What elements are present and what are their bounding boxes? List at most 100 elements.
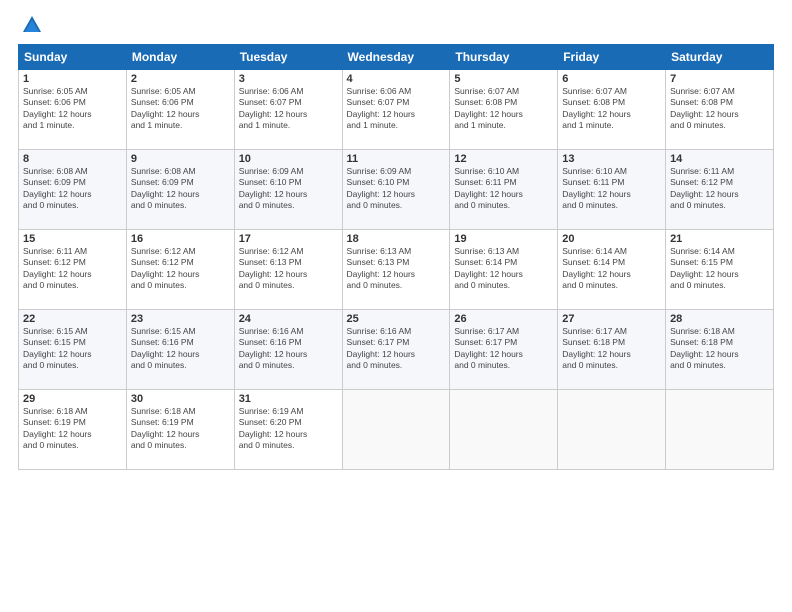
cell-info: Sunrise: 6:10 AM Sunset: 6:11 PM Dayligh… [562,166,661,212]
week-row-0: 1Sunrise: 6:05 AM Sunset: 6:06 PM Daylig… [19,70,774,150]
calendar-cell: 21Sunrise: 6:14 AM Sunset: 6:15 PM Dayli… [666,230,774,310]
calendar-cell: 30Sunrise: 6:18 AM Sunset: 6:19 PM Dayli… [126,390,234,470]
calendar-cell: 9Sunrise: 6:08 AM Sunset: 6:09 PM Daylig… [126,150,234,230]
calendar-cell: 23Sunrise: 6:15 AM Sunset: 6:16 PM Dayli… [126,310,234,390]
cell-info: Sunrise: 6:14 AM Sunset: 6:14 PM Dayligh… [562,246,661,292]
day-number: 9 [131,153,230,165]
calendar-cell: 31Sunrise: 6:19 AM Sunset: 6:20 PM Dayli… [234,390,342,470]
calendar-cell [342,390,450,470]
day-number: 1 [23,73,122,85]
header-saturday: Saturday [666,45,774,70]
calendar-cell: 14Sunrise: 6:11 AM Sunset: 6:12 PM Dayli… [666,150,774,230]
day-number: 25 [347,313,446,325]
week-row-2: 15Sunrise: 6:11 AM Sunset: 6:12 PM Dayli… [19,230,774,310]
week-row-4: 29Sunrise: 6:18 AM Sunset: 6:19 PM Dayli… [19,390,774,470]
day-number: 11 [347,153,446,165]
header-tuesday: Tuesday [234,45,342,70]
day-number: 12 [454,153,553,165]
cell-info: Sunrise: 6:15 AM Sunset: 6:15 PM Dayligh… [23,326,122,372]
cell-info: Sunrise: 6:15 AM Sunset: 6:16 PM Dayligh… [131,326,230,372]
calendar-cell: 7Sunrise: 6:07 AM Sunset: 6:08 PM Daylig… [666,70,774,150]
day-number: 2 [131,73,230,85]
calendar-cell: 16Sunrise: 6:12 AM Sunset: 6:12 PM Dayli… [126,230,234,310]
calendar-cell: 11Sunrise: 6:09 AM Sunset: 6:10 PM Dayli… [342,150,450,230]
calendar-cell: 22Sunrise: 6:15 AM Sunset: 6:15 PM Dayli… [19,310,127,390]
cell-info: Sunrise: 6:18 AM Sunset: 6:19 PM Dayligh… [131,406,230,452]
header-sunday: Sunday [19,45,127,70]
cell-info: Sunrise: 6:16 AM Sunset: 6:16 PM Dayligh… [239,326,338,372]
day-number: 21 [670,233,769,245]
cell-info: Sunrise: 6:18 AM Sunset: 6:18 PM Dayligh… [670,326,769,372]
calendar-cell: 13Sunrise: 6:10 AM Sunset: 6:11 PM Dayli… [558,150,666,230]
cell-info: Sunrise: 6:10 AM Sunset: 6:11 PM Dayligh… [454,166,553,212]
logo [18,18,43,36]
day-number: 30 [131,393,230,405]
calendar-header-row: SundayMondayTuesdayWednesdayThursdayFrid… [19,45,774,70]
cell-info: Sunrise: 6:06 AM Sunset: 6:07 PM Dayligh… [347,86,446,132]
day-number: 20 [562,233,661,245]
cell-info: Sunrise: 6:14 AM Sunset: 6:15 PM Dayligh… [670,246,769,292]
calendar-cell: 26Sunrise: 6:17 AM Sunset: 6:17 PM Dayli… [450,310,558,390]
cell-info: Sunrise: 6:13 AM Sunset: 6:14 PM Dayligh… [454,246,553,292]
day-number: 16 [131,233,230,245]
calendar-cell: 28Sunrise: 6:18 AM Sunset: 6:18 PM Dayli… [666,310,774,390]
day-number: 26 [454,313,553,325]
calendar-cell [558,390,666,470]
day-number: 3 [239,73,338,85]
calendar-cell: 19Sunrise: 6:13 AM Sunset: 6:14 PM Dayli… [450,230,558,310]
cell-info: Sunrise: 6:07 AM Sunset: 6:08 PM Dayligh… [562,86,661,132]
day-number: 27 [562,313,661,325]
day-number: 8 [23,153,122,165]
calendar-cell: 18Sunrise: 6:13 AM Sunset: 6:13 PM Dayli… [342,230,450,310]
day-number: 24 [239,313,338,325]
header-monday: Monday [126,45,234,70]
day-number: 22 [23,313,122,325]
cell-info: Sunrise: 6:07 AM Sunset: 6:08 PM Dayligh… [454,86,553,132]
calendar-cell: 1Sunrise: 6:05 AM Sunset: 6:06 PM Daylig… [19,70,127,150]
week-row-1: 8Sunrise: 6:08 AM Sunset: 6:09 PM Daylig… [19,150,774,230]
day-number: 7 [670,73,769,85]
day-number: 29 [23,393,122,405]
day-number: 18 [347,233,446,245]
cell-info: Sunrise: 6:12 AM Sunset: 6:13 PM Dayligh… [239,246,338,292]
calendar-cell: 2Sunrise: 6:05 AM Sunset: 6:06 PM Daylig… [126,70,234,150]
cell-info: Sunrise: 6:17 AM Sunset: 6:18 PM Dayligh… [562,326,661,372]
cell-info: Sunrise: 6:11 AM Sunset: 6:12 PM Dayligh… [670,166,769,212]
day-number: 28 [670,313,769,325]
day-number: 23 [131,313,230,325]
calendar-cell: 27Sunrise: 6:17 AM Sunset: 6:18 PM Dayli… [558,310,666,390]
day-number: 31 [239,393,338,405]
cell-info: Sunrise: 6:11 AM Sunset: 6:12 PM Dayligh… [23,246,122,292]
cell-info: Sunrise: 6:12 AM Sunset: 6:12 PM Dayligh… [131,246,230,292]
cell-info: Sunrise: 6:05 AM Sunset: 6:06 PM Dayligh… [131,86,230,132]
day-number: 6 [562,73,661,85]
cell-info: Sunrise: 6:09 AM Sunset: 6:10 PM Dayligh… [239,166,338,212]
logo-icon [21,14,43,36]
day-number: 17 [239,233,338,245]
day-number: 14 [670,153,769,165]
calendar-cell: 15Sunrise: 6:11 AM Sunset: 6:12 PM Dayli… [19,230,127,310]
calendar-cell [450,390,558,470]
header-thursday: Thursday [450,45,558,70]
day-number: 10 [239,153,338,165]
calendar-cell: 5Sunrise: 6:07 AM Sunset: 6:08 PM Daylig… [450,70,558,150]
cell-info: Sunrise: 6:16 AM Sunset: 6:17 PM Dayligh… [347,326,446,372]
cell-info: Sunrise: 6:17 AM Sunset: 6:17 PM Dayligh… [454,326,553,372]
cell-info: Sunrise: 6:07 AM Sunset: 6:08 PM Dayligh… [670,86,769,132]
day-number: 15 [23,233,122,245]
header-wednesday: Wednesday [342,45,450,70]
cell-info: Sunrise: 6:05 AM Sunset: 6:06 PM Dayligh… [23,86,122,132]
calendar-cell: 4Sunrise: 6:06 AM Sunset: 6:07 PM Daylig… [342,70,450,150]
cell-info: Sunrise: 6:13 AM Sunset: 6:13 PM Dayligh… [347,246,446,292]
cell-info: Sunrise: 6:18 AM Sunset: 6:19 PM Dayligh… [23,406,122,452]
calendar-cell: 12Sunrise: 6:10 AM Sunset: 6:11 PM Dayli… [450,150,558,230]
calendar-cell: 17Sunrise: 6:12 AM Sunset: 6:13 PM Dayli… [234,230,342,310]
cell-info: Sunrise: 6:19 AM Sunset: 6:20 PM Dayligh… [239,406,338,452]
calendar-cell: 24Sunrise: 6:16 AM Sunset: 6:16 PM Dayli… [234,310,342,390]
week-row-3: 22Sunrise: 6:15 AM Sunset: 6:15 PM Dayli… [19,310,774,390]
calendar-cell: 3Sunrise: 6:06 AM Sunset: 6:07 PM Daylig… [234,70,342,150]
calendar-cell: 8Sunrise: 6:08 AM Sunset: 6:09 PM Daylig… [19,150,127,230]
calendar-cell: 20Sunrise: 6:14 AM Sunset: 6:14 PM Dayli… [558,230,666,310]
cell-info: Sunrise: 6:08 AM Sunset: 6:09 PM Dayligh… [131,166,230,212]
cell-info: Sunrise: 6:08 AM Sunset: 6:09 PM Dayligh… [23,166,122,212]
